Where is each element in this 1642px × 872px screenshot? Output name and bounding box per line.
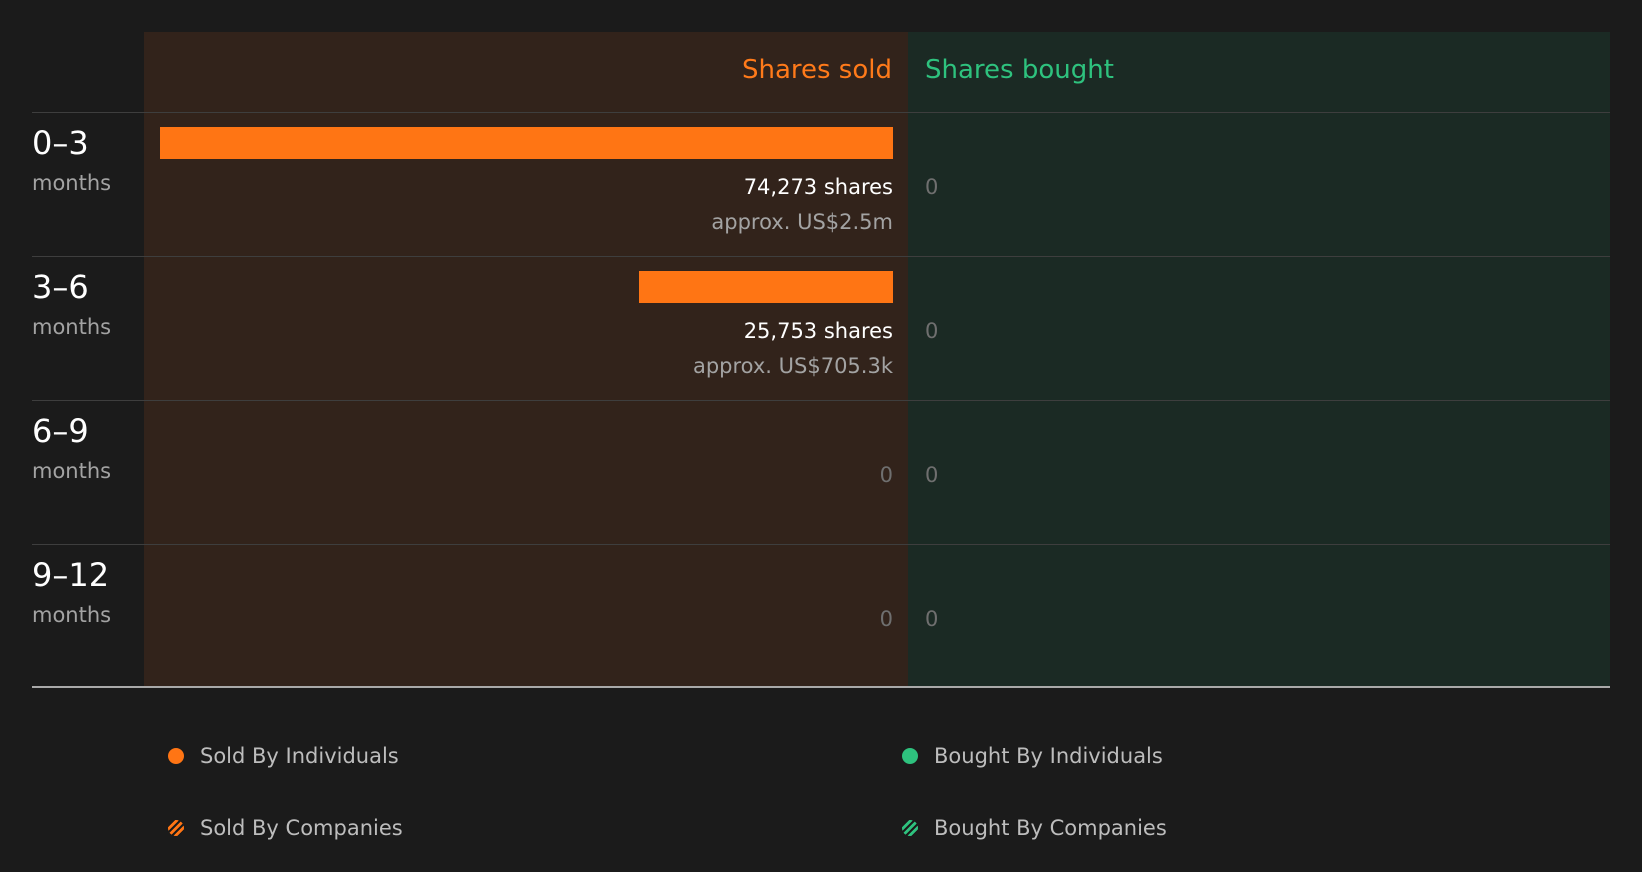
shares-sold-count-label: 74,273 shares: [743, 175, 893, 199]
legend-hatch-icon: [168, 820, 184, 836]
period-range-label: 6–9: [32, 412, 89, 450]
legend-label: Bought By Individuals: [934, 744, 1163, 768]
legend-label: Sold By Companies: [200, 816, 403, 840]
shares-sold-bar[interactable]: [639, 271, 893, 303]
legend-label: Bought By Companies: [934, 816, 1167, 840]
legend-label: Sold By Individuals: [200, 744, 399, 768]
chart-row: 0–3 months 74,273 shares approx. US$2.5m 0: [0, 112, 1642, 256]
shares-sold-zero-label: 0: [879, 607, 893, 631]
chart-baseline: [32, 686, 1610, 688]
insider-trading-chart: Shares sold Shares bought 0–3 months 74,27…: [0, 0, 1642, 872]
legend-dot-icon: [902, 748, 918, 764]
shares-sold-count-label: 25,753 shares: [743, 319, 893, 343]
shares-sold-value-label: approx. US$2.5m: [711, 210, 893, 234]
chart-row: 9–12 months 0 0: [0, 544, 1642, 688]
period-unit-label: months: [32, 171, 112, 195]
chart-row: 3–6 months 25,753 shares approx. US$705.3k 0: [0, 256, 1642, 400]
shares-sold-header: Shares sold: [741, 55, 892, 85]
shares-sold-bar[interactable]: [160, 127, 893, 159]
period-unit-label: months: [32, 315, 112, 339]
shares-sold-zero-label: 0: [879, 463, 893, 487]
legend-dot-icon: [168, 748, 184, 764]
period-range-label: 9–12: [32, 556, 110, 594]
shares-bought-zero-label: 0: [925, 463, 939, 487]
shares-sold-value-label: approx. US$705.3k: [692, 354, 893, 378]
chart-row: 6–9 months 0 0: [0, 400, 1642, 544]
period-range-label: 0–3: [32, 124, 89, 162]
legend-hatch-icon: [902, 820, 918, 836]
shares-bought-zero-label: 0: [925, 607, 939, 631]
period-range-label: 3–6: [32, 268, 89, 306]
shares-bought-zero-label: 0: [925, 175, 939, 199]
shares-bought-header: Shares bought: [925, 55, 1114, 85]
period-unit-label: months: [32, 603, 112, 627]
shares-bought-zero-label: 0: [925, 319, 939, 343]
period-unit-label: months: [32, 459, 112, 483]
